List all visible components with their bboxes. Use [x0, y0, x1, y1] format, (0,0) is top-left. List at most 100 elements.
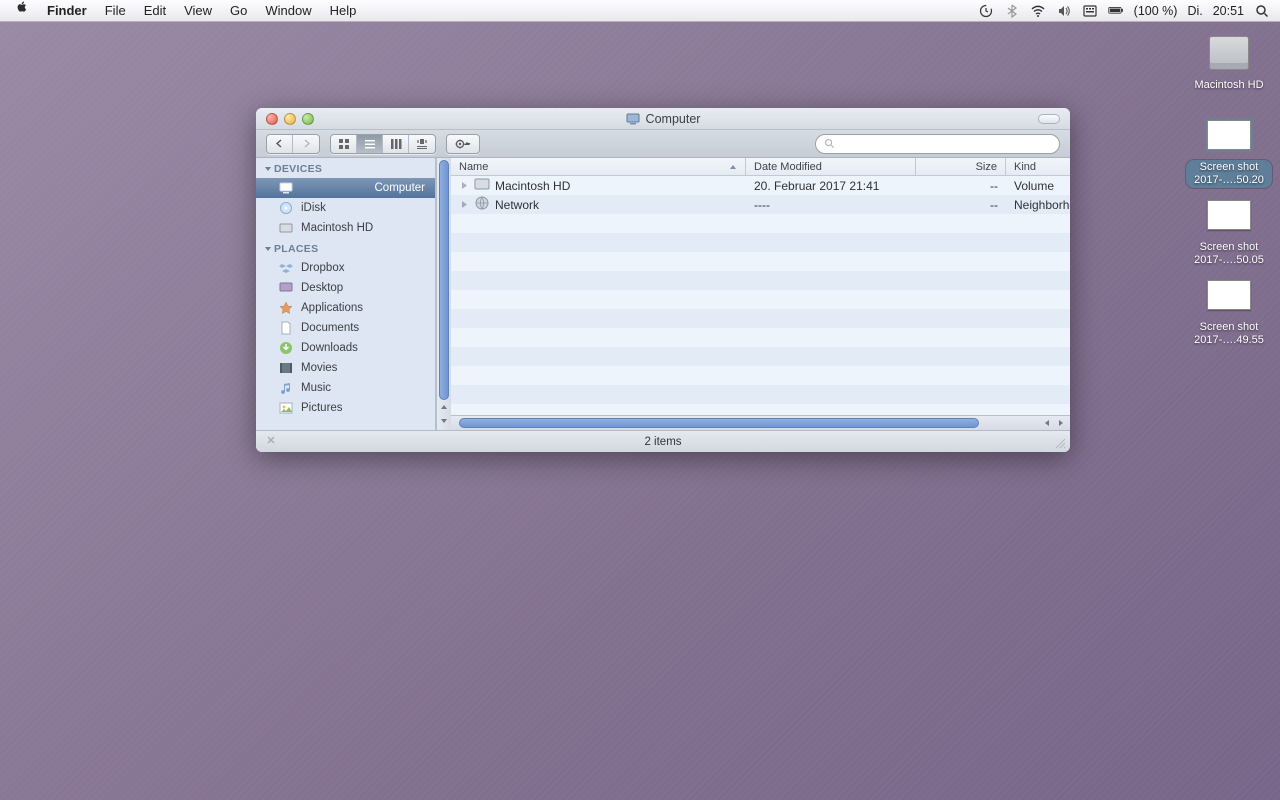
clock-time[interactable]: 20:51 — [1213, 4, 1244, 18]
text-input-icon[interactable] — [1082, 3, 1098, 19]
sidebar-item-music[interactable]: Music — [256, 378, 435, 398]
menu-bar: Finder File Edit View Go Window Help (10… — [0, 0, 1280, 22]
time-machine-icon[interactable] — [978, 3, 994, 19]
computer-icon — [278, 180, 294, 196]
menu-go[interactable]: Go — [221, 0, 256, 22]
action-button[interactable] — [447, 135, 479, 153]
disclosure-triangle-icon[interactable] — [459, 200, 469, 209]
network-icon — [474, 195, 490, 214]
desktop-screenshot-1[interactable]: Screen shot 2017-….50.20 — [1186, 112, 1272, 188]
file-list: Macintosh HD 20. Februar 2017 21:41 -- V… — [451, 176, 1070, 415]
desktop-icon — [278, 280, 294, 296]
view-list-button[interactable] — [357, 135, 383, 153]
desktop-screenshot-2[interactable]: Screen shot 2017-….50.05 — [1186, 192, 1272, 268]
desktop-hd-icon[interactable]: Macintosh HD — [1186, 30, 1272, 93]
sidebar: DEVICES Computer iDisk Macintosh HD PLAC… — [256, 158, 436, 430]
toolbar — [256, 130, 1070, 158]
desktop-screenshot-3-label: Screen shot 2017-….49.55 — [1186, 320, 1272, 348]
sidebar-item-computer[interactable]: Computer — [256, 178, 435, 198]
wifi-icon[interactable] — [1030, 3, 1046, 19]
clock-day[interactable]: Di. — [1187, 4, 1202, 18]
sidebar-item-downloads[interactable]: Downloads — [256, 338, 435, 358]
column-headers: Name Date Modified Size Kind — [451, 158, 1070, 176]
view-segment — [330, 134, 436, 154]
scroll-up-icon[interactable] — [437, 400, 451, 414]
volume-icon[interactable] — [1056, 3, 1072, 19]
computer-proxy-icon — [626, 113, 640, 125]
hd-icon — [278, 220, 294, 236]
title-bar[interactable]: Computer — [256, 108, 1070, 130]
movies-icon — [278, 360, 294, 376]
scrollbar-thumb[interactable] — [459, 418, 979, 428]
sidebar-item-desktop[interactable]: Desktop — [256, 278, 435, 298]
sidebar-scrollbar[interactable] — [436, 158, 451, 430]
status-bar: 2 items — [256, 430, 1070, 452]
documents-icon — [278, 320, 294, 336]
applications-icon — [278, 300, 294, 316]
menu-help[interactable]: Help — [321, 0, 366, 22]
view-coverflow-button[interactable] — [409, 135, 435, 153]
scroll-down-icon[interactable] — [437, 414, 451, 428]
nav-segment — [266, 134, 320, 154]
view-icon-button[interactable] — [331, 135, 357, 153]
spotlight-icon[interactable] — [1254, 3, 1270, 19]
music-icon — [278, 380, 294, 396]
scroll-left-icon[interactable] — [1040, 416, 1054, 430]
resize-handle[interactable] — [1054, 437, 1066, 449]
apple-menu-icon[interactable] — [6, 0, 38, 22]
pictures-icon — [278, 400, 294, 416]
window-title: Computer — [646, 112, 701, 126]
status-text: 2 items — [644, 436, 681, 448]
desktop-screenshot-2-label: Screen shot 2017-….50.05 — [1186, 240, 1272, 268]
battery-percent[interactable]: (100 %) — [1134, 4, 1178, 18]
toolbar-toggle-button[interactable] — [1038, 114, 1060, 124]
hd-icon — [474, 177, 490, 194]
sort-ascending-icon — [729, 163, 737, 171]
search-field[interactable] — [815, 134, 1060, 154]
column-kind[interactable]: Kind — [1006, 158, 1070, 175]
sidebar-item-movies[interactable]: Movies — [256, 358, 435, 378]
menu-window[interactable]: Window — [256, 0, 320, 22]
sidebar-item-pictures[interactable]: Pictures — [256, 398, 435, 418]
column-name[interactable]: Name — [451, 158, 746, 175]
menu-view[interactable]: View — [175, 0, 221, 22]
scrollbar-thumb[interactable] — [439, 160, 449, 400]
minimize-button[interactable] — [284, 113, 296, 125]
horizontal-scrollbar[interactable] — [451, 415, 1070, 430]
sidebar-item-dropbox[interactable]: Dropbox — [256, 258, 435, 278]
disclosure-triangle-icon — [264, 245, 272, 253]
disclosure-triangle-icon — [264, 165, 272, 173]
idisk-icon — [278, 200, 294, 216]
desktop-screenshot-1-label: Screen shot 2017-….50.20 — [1186, 160, 1272, 188]
zoom-button[interactable] — [302, 113, 314, 125]
bluetooth-icon[interactable] — [1004, 3, 1020, 19]
action-segment — [446, 134, 480, 154]
desktop-hd-label: Macintosh HD — [1190, 78, 1267, 93]
disclosure-triangle-icon[interactable] — [459, 181, 469, 190]
downloads-icon — [278, 340, 294, 356]
column-date[interactable]: Date Modified — [746, 158, 916, 175]
column-size[interactable]: Size — [916, 158, 1006, 175]
back-button[interactable] — [267, 135, 293, 153]
path-button[interactable] — [264, 433, 278, 450]
close-button[interactable] — [266, 113, 278, 125]
sidebar-item-idisk[interactable]: iDisk — [256, 198, 435, 218]
app-menu[interactable]: Finder — [38, 0, 96, 22]
sidebar-header-devices[interactable]: DEVICES — [256, 158, 435, 178]
view-column-button[interactable] — [383, 135, 409, 153]
scroll-right-icon[interactable] — [1054, 416, 1068, 430]
menu-file[interactable]: File — [96, 0, 135, 22]
list-item[interactable]: Macintosh HD 20. Februar 2017 21:41 -- V… — [451, 176, 1070, 195]
battery-icon[interactable] — [1108, 3, 1124, 19]
sidebar-header-places[interactable]: PLACES — [256, 238, 435, 258]
list-item[interactable]: Network ---- -- Neighborhood — [451, 195, 1070, 214]
menu-edit[interactable]: Edit — [135, 0, 175, 22]
sidebar-item-documents[interactable]: Documents — [256, 318, 435, 338]
search-input[interactable] — [841, 138, 1051, 150]
sidebar-item-applications[interactable]: Applications — [256, 298, 435, 318]
forward-button[interactable] — [293, 135, 319, 153]
list-pane: Name Date Modified Size Kind Macintosh H… — [451, 158, 1070, 430]
desktop-screenshot-3[interactable]: Screen shot 2017-….49.55 — [1186, 272, 1272, 348]
sidebar-item-macintosh-hd[interactable]: Macintosh HD — [256, 218, 435, 238]
search-icon — [824, 138, 835, 149]
